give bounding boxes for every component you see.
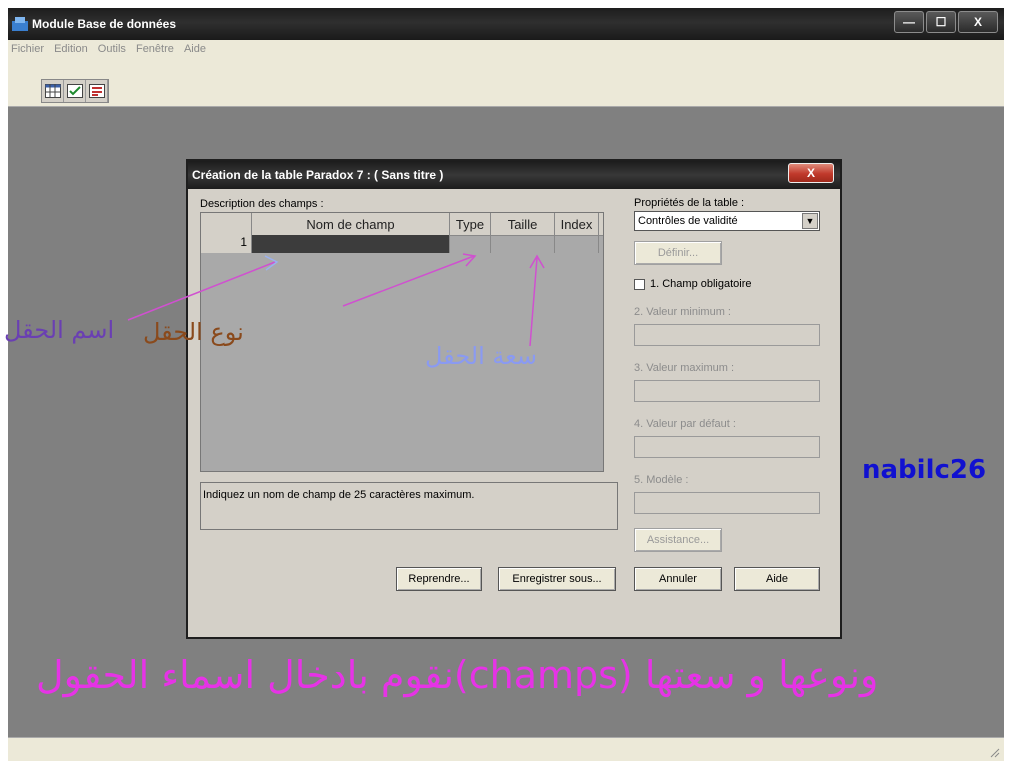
- define-button[interactable]: Définir...: [634, 241, 722, 265]
- max-value-field[interactable]: [634, 380, 820, 402]
- hint-box: Indiquez un nom de champ de 25 caractère…: [200, 482, 618, 530]
- assistance-button[interactable]: Assistance...: [634, 528, 722, 552]
- dialog-close-button[interactable]: X: [788, 163, 834, 183]
- dialog-title: Création de la table Paradox 7 : ( Sans …: [192, 168, 444, 182]
- maximize-button[interactable]: ☐: [926, 11, 956, 33]
- status-bar: [8, 737, 1004, 761]
- toolbar-group: [41, 79, 109, 103]
- checklist-icon[interactable]: [64, 80, 86, 102]
- default-value-label: 4. Valeur par défaut :: [634, 418, 736, 430]
- min-value-label: 2. Valeur minimum :: [634, 306, 731, 318]
- required-checkbox[interactable]: [634, 279, 645, 290]
- model-label: 5. Modèle :: [634, 474, 689, 486]
- form-icon[interactable]: [86, 80, 108, 102]
- field-type-cell[interactable]: [450, 235, 491, 253]
- fields-label: Description des champs :: [200, 198, 324, 210]
- help-button[interactable]: Aide: [734, 567, 820, 591]
- menu-fichier[interactable]: Fichier: [11, 40, 44, 58]
- annotation-author: nabilc26: [862, 455, 987, 485]
- menu-aide[interactable]: Aide: [184, 40, 206, 58]
- column-header-size[interactable]: Taille: [491, 213, 555, 235]
- field-index-cell[interactable]: [555, 235, 599, 253]
- app-icon: [12, 17, 28, 31]
- fields-grid[interactable]: Nom de champ Type Taille Index 1: [200, 212, 604, 472]
- menu-fenetre[interactable]: Fenêtre: [136, 40, 174, 58]
- save-as-button[interactable]: Enregistrer sous...: [498, 567, 616, 591]
- properties-select-value: Contrôles de validité: [638, 215, 738, 227]
- required-label: 1. Champ obligatoire: [650, 278, 752, 290]
- row-number: 1: [201, 235, 252, 253]
- min-value-field[interactable]: [634, 324, 820, 346]
- menu-bar: Fichier Edition Outils Fenêtre Aide: [8, 40, 1004, 58]
- grid-header: Nom de champ Type Taille Index: [201, 213, 603, 236]
- resize-grip-icon[interactable]: [988, 746, 1000, 758]
- table-properties-label: Propriétés de la table :: [634, 197, 745, 209]
- annotation-field-name: اسم الحقل: [4, 316, 115, 344]
- annotation-field-size: سعة الحقل: [425, 342, 537, 370]
- annotation-caption: نقوم بادخال اسماء الحقول(champs) ونوعها …: [36, 653, 879, 697]
- field-name-cell[interactable]: [252, 235, 450, 253]
- column-header-name[interactable]: Nom de champ: [252, 213, 450, 235]
- close-button[interactable]: X: [958, 11, 998, 33]
- row-header-corner: [201, 213, 252, 235]
- create-table-dialog: Création de la table Paradox 7 : ( Sans …: [186, 159, 842, 639]
- menu-edition[interactable]: Edition: [54, 40, 88, 58]
- annotation-field-type: نوع الحقل: [143, 318, 244, 346]
- toolbar: [8, 58, 1004, 107]
- column-header-index[interactable]: Index: [555, 213, 599, 235]
- title-bar: Module Base de données — ☐ X: [8, 8, 1004, 40]
- max-value-label: 3. Valeur maximum :: [634, 362, 735, 374]
- column-header-type[interactable]: Type: [450, 213, 491, 235]
- cancel-button[interactable]: Annuler: [634, 567, 722, 591]
- dropdown-arrow-icon[interactable]: ▼: [802, 213, 818, 229]
- application-window: Module Base de données — ☐ X Fichier Edi…: [8, 8, 1004, 761]
- window-title: Module Base de données: [32, 17, 177, 31]
- hint-text: Indiquez un nom de champ de 25 caractère…: [203, 489, 475, 501]
- workspace: Création de la table Paradox 7 : ( Sans …: [8, 107, 1004, 737]
- model-field[interactable]: [634, 492, 820, 514]
- menu-outils[interactable]: Outils: [98, 40, 126, 58]
- properties-select[interactable]: Contrôles de validité ▼: [634, 211, 820, 231]
- minimize-button[interactable]: —: [894, 11, 924, 33]
- table-icon[interactable]: [42, 80, 64, 102]
- table-row: 1: [201, 235, 603, 253]
- field-size-cell[interactable]: [491, 235, 555, 253]
- default-value-field[interactable]: [634, 436, 820, 458]
- dialog-title-bar: Création de la table Paradox 7 : ( Sans …: [188, 161, 840, 189]
- reprendre-button[interactable]: Reprendre...: [396, 567, 482, 591]
